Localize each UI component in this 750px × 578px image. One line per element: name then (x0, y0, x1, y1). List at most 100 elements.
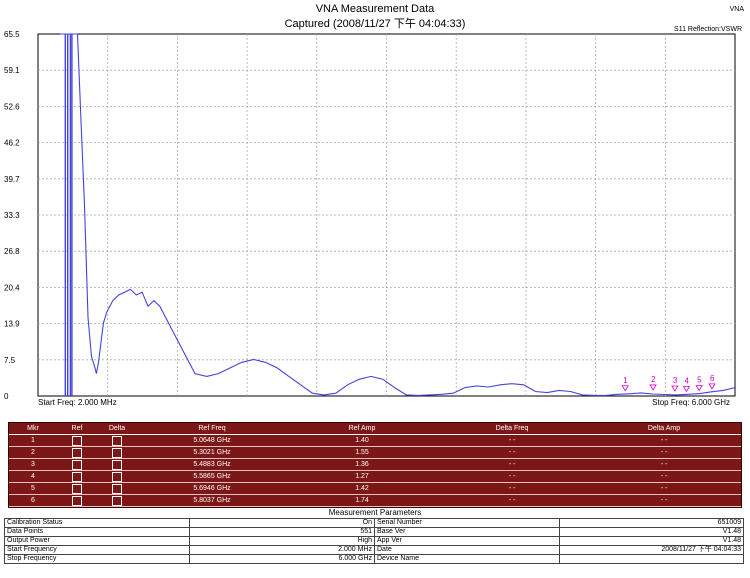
delta-amp: - - (660, 449, 668, 456)
param-value: 651009 (559, 518, 744, 528)
marker-label: 6 (710, 374, 715, 383)
y-tick-label: 52.6 (4, 102, 20, 111)
marker-label: 1 (623, 376, 628, 385)
delta-amp: - - (660, 437, 668, 444)
y-tick-label: 13.9 (4, 320, 20, 329)
y-tick-label: 33.3 (4, 211, 20, 220)
col-ref: Ref (71, 425, 83, 432)
param-label: Date (374, 545, 560, 555)
param-value: 551 (189, 527, 375, 537)
delta-checkbox[interactable] (97, 483, 137, 495)
delta-amp: - - (660, 485, 668, 492)
param-value: V1.48 (559, 527, 744, 537)
ref-checkbox[interactable] (57, 447, 97, 459)
param-label: Calibration Status (4, 518, 190, 528)
delta-freq: - - (508, 461, 516, 468)
param-label: Device Name (374, 554, 560, 564)
marker-label: 4 (684, 376, 689, 385)
param-value: High (189, 536, 375, 546)
param-value: 2008/11/27 下午 04:04:33 (559, 545, 744, 555)
table-row: 2 5.3021 GHz 1.55 - - - - (9, 447, 741, 459)
y-tick-label: 20.4 (4, 283, 20, 292)
table-row: 5 5.6946 GHz 1.42 - - - - (9, 483, 741, 495)
param-value: 6.000 GHz (189, 554, 375, 564)
col-ref-amp: Ref Amp (348, 425, 376, 432)
table-row: 6 5.8037 GHz 1.74 - - - - (9, 495, 741, 507)
table-row: 1 5.0648 GHz 1.40 - - - - (9, 435, 741, 447)
delta-checkbox[interactable] (97, 459, 137, 471)
y-tick-label: 39.7 (4, 175, 20, 184)
marker-number: 6 (31, 497, 35, 504)
ref-freq: 5.6946 GHz (193, 485, 231, 492)
params-row: Calibration Status On Serial Number 6510… (4, 518, 744, 528)
ref-freq: 5.0648 GHz (193, 437, 231, 444)
param-label: Stop Frequency (4, 554, 190, 564)
ref-amp: 1.27 (355, 473, 369, 480)
param-value (559, 554, 744, 564)
col-delta-amp: Delta Amp (647, 425, 681, 432)
param-label: Data Points (4, 527, 190, 537)
ref-amp: 1.40 (355, 437, 369, 444)
ref-checkbox[interactable] (57, 471, 97, 483)
delta-checkbox[interactable] (97, 471, 137, 483)
params-table: Calibration Status On Serial Number 6510… (4, 518, 744, 564)
ref-amp: 1.36 (355, 461, 369, 468)
y-tick-label: 46.2 (4, 139, 20, 148)
delta-freq: - - (508, 473, 516, 480)
marker-number: 5 (31, 485, 35, 492)
marker-number: 4 (31, 473, 35, 480)
table-row: 3 5.4883 GHz 1.36 - - - - (9, 459, 741, 471)
col-delta-freq: Delta Freq (495, 425, 529, 432)
marker-label: 5 (697, 376, 702, 385)
stop-frequency-label: Stop Freq: 6.000 GHz (652, 398, 730, 407)
param-label: App Ver (374, 536, 560, 546)
marker-number: 1 (31, 437, 35, 444)
delta-checkbox[interactable] (97, 435, 137, 447)
delta-freq: - - (508, 485, 516, 492)
params-title: Measurement Parameters (328, 508, 422, 517)
delta-checkbox[interactable] (97, 447, 137, 459)
param-label: Start Frequency (4, 545, 190, 555)
ref-freq: 5.3021 GHz (193, 449, 231, 456)
y-tick-label: 59.1 (4, 66, 20, 75)
y-tick-label: 0 (4, 392, 9, 401)
params-row: Start Frequency 2.000 MHz Date 2008/11/2… (4, 545, 744, 555)
col-mkr: Mkr (27, 425, 39, 432)
col-ref-freq: Ref Freq (198, 425, 226, 432)
params-row: Data Points 551 Base Ver V1.48 (4, 527, 744, 537)
ref-freq: 5.5865 GHz (193, 473, 231, 480)
table-row: 4 5.5865 GHz 1.27 - - - - (9, 471, 741, 483)
ref-amp: 1.42 (355, 485, 369, 492)
ref-checkbox[interactable] (57, 483, 97, 495)
col-delta: Delta (108, 425, 126, 432)
ref-amp: 1.74 (355, 497, 369, 504)
params-row: Output Power High App Ver V1.48 (4, 536, 744, 546)
marker-label: 3 (673, 376, 678, 385)
marker-number: 3 (31, 461, 35, 468)
y-tick-label: 65.5 (4, 30, 20, 39)
param-label: Output Power (4, 536, 190, 546)
delta-amp: - - (660, 461, 668, 468)
ref-freq: 5.4883 GHz (193, 461, 231, 468)
vswr-chart: 65.5 59.1 52.6 46.2 39.7 33.3 26.8 20.4 13.9 7.5 0… (4, 30, 736, 401)
param-value: 2.000 MHz (189, 545, 375, 555)
delta-checkbox[interactable] (97, 495, 137, 507)
marker-label: 2 (651, 375, 656, 384)
params-row: Stop Frequency 6.000 GHz Device Name (4, 554, 744, 564)
marker-number: 2 (31, 449, 35, 456)
ref-checkbox[interactable] (57, 435, 97, 447)
ref-checkbox[interactable] (57, 495, 97, 507)
ref-freq: 5.8037 GHz (193, 497, 231, 504)
marker-table: Mkr Ref Delta Ref Freq Ref Amp Delta Fre… (8, 422, 742, 508)
delta-freq: - - (508, 449, 516, 456)
start-frequency-label: Start Freq: 2.000 MHz (38, 398, 117, 407)
delta-freq: - - (508, 497, 516, 504)
delta-amp: - - (660, 473, 668, 480)
param-value: On (189, 518, 375, 528)
y-tick-label: 26.8 (4, 247, 20, 256)
param-value: V1.48 (559, 536, 744, 546)
marker-table-header: Mkr Ref Delta Ref Freq Ref Amp Delta Fre… (9, 423, 741, 435)
ref-checkbox[interactable] (57, 459, 97, 471)
ref-amp: 1.55 (355, 449, 369, 456)
delta-amp: - - (660, 497, 668, 504)
